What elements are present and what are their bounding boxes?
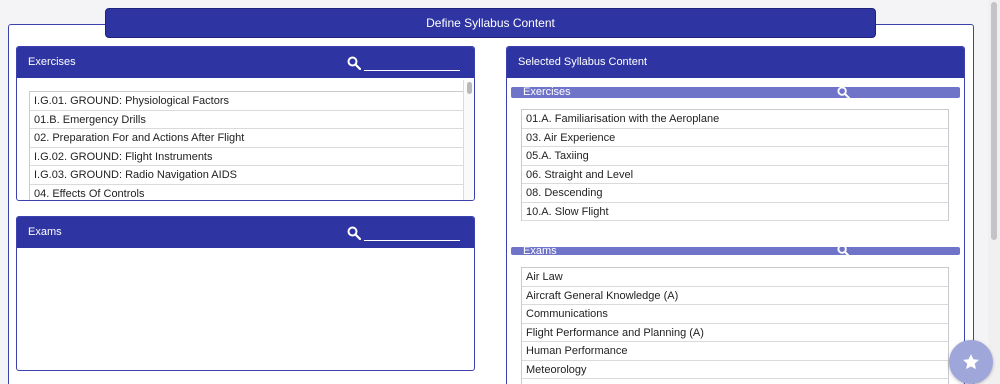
star-icon — [963, 354, 979, 370]
exams-search — [347, 217, 460, 248]
exercises-panel: Exercises I.G.01. GROUND: Physiological … — [16, 46, 475, 201]
exams-panel-title: Exams — [28, 226, 62, 238]
selected-exams-list: Air Law Aircraft General Knowledge (A) C… — [521, 267, 949, 384]
selected-exercises-title: Exercises — [523, 86, 571, 98]
search-icon[interactable] — [837, 244, 850, 257]
search-icon[interactable] — [347, 226, 361, 240]
exams-panel: Exams — [16, 216, 475, 371]
exams-panel-header: Exams — [17, 217, 474, 248]
selected-content-title: Selected Syllabus Content — [518, 56, 648, 68]
exercises-panel-title: Exercises — [28, 56, 76, 68]
selected-content-header: Selected Syllabus Content — [507, 47, 964, 78]
exercises-list: I.G.01. GROUND: Physiological Factors 01… — [29, 91, 469, 201]
page: Define Syllabus Content Exercises I.G.01… — [0, 0, 1000, 384]
exercises-scrollbar[interactable] — [463, 80, 474, 200]
scrollbar-thumb[interactable] — [467, 82, 472, 94]
search-icon[interactable] — [347, 56, 361, 70]
page-scrollbar-thumb[interactable] — [991, 2, 997, 240]
selected-exercises-list: 01.A. Familiarisation with the Aeroplane… — [521, 109, 949, 221]
list-item[interactable]: Aircraft General Knowledge (A) — [522, 287, 948, 305]
list-item[interactable]: Air Law — [522, 268, 948, 287]
search-icon[interactable] — [837, 86, 850, 99]
page-title: Define Syllabus Content — [105, 8, 876, 38]
selected-exams-bar: Exams — [511, 244, 960, 257]
list-item[interactable]: Human Performance — [522, 342, 948, 361]
selected-exams-title: Exams — [523, 245, 557, 257]
list-item[interactable]: 01.A. Familiarisation with the Aeroplane — [522, 110, 948, 129]
selected-content-panel: Selected Syllabus Content Exercises 01.A… — [506, 46, 965, 384]
list-item[interactable]: Communications — [522, 305, 948, 324]
list-item[interactable]: 03. Air Experience — [522, 129, 948, 147]
list-item[interactable]: Flight Performance and Planning (A) — [522, 324, 948, 342]
list-item[interactable]: I.G.03. GROUND: Radio Navigation AIDS — [30, 166, 468, 185]
list-item[interactable]: I.G.01. GROUND: Physiological Factors — [30, 92, 468, 111]
list-item[interactable]: I.G.02. GROUND: Flight Instruments — [30, 148, 468, 166]
exercises-panel-header: Exercises — [17, 47, 474, 78]
list-item[interactable]: 01.B. Emergency Drills — [30, 111, 468, 129]
selected-exercises-bar: Exercises — [511, 86, 960, 99]
list-item[interactable]: 06. Straight and Level — [522, 166, 948, 184]
list-item[interactable]: 04. Effects Of Controls — [30, 185, 468, 201]
list-item[interactable]: Meteorology — [522, 361, 948, 379]
exercises-search — [347, 47, 460, 78]
list-item[interactable]: 05.A. Taxiing — [522, 147, 948, 166]
list-item[interactable]: 08. Descending — [522, 184, 948, 203]
page-scrollbar[interactable] — [988, 0, 1000, 384]
favorite-button[interactable] — [949, 340, 993, 384]
list-item[interactable]: 10.A. Slow Flight — [522, 203, 948, 221]
exams-search-input[interactable] — [364, 227, 460, 241]
list-item[interactable]: 02. Preparation For and Actions After Fl… — [30, 129, 468, 148]
exercises-search-input[interactable] — [364, 57, 460, 71]
